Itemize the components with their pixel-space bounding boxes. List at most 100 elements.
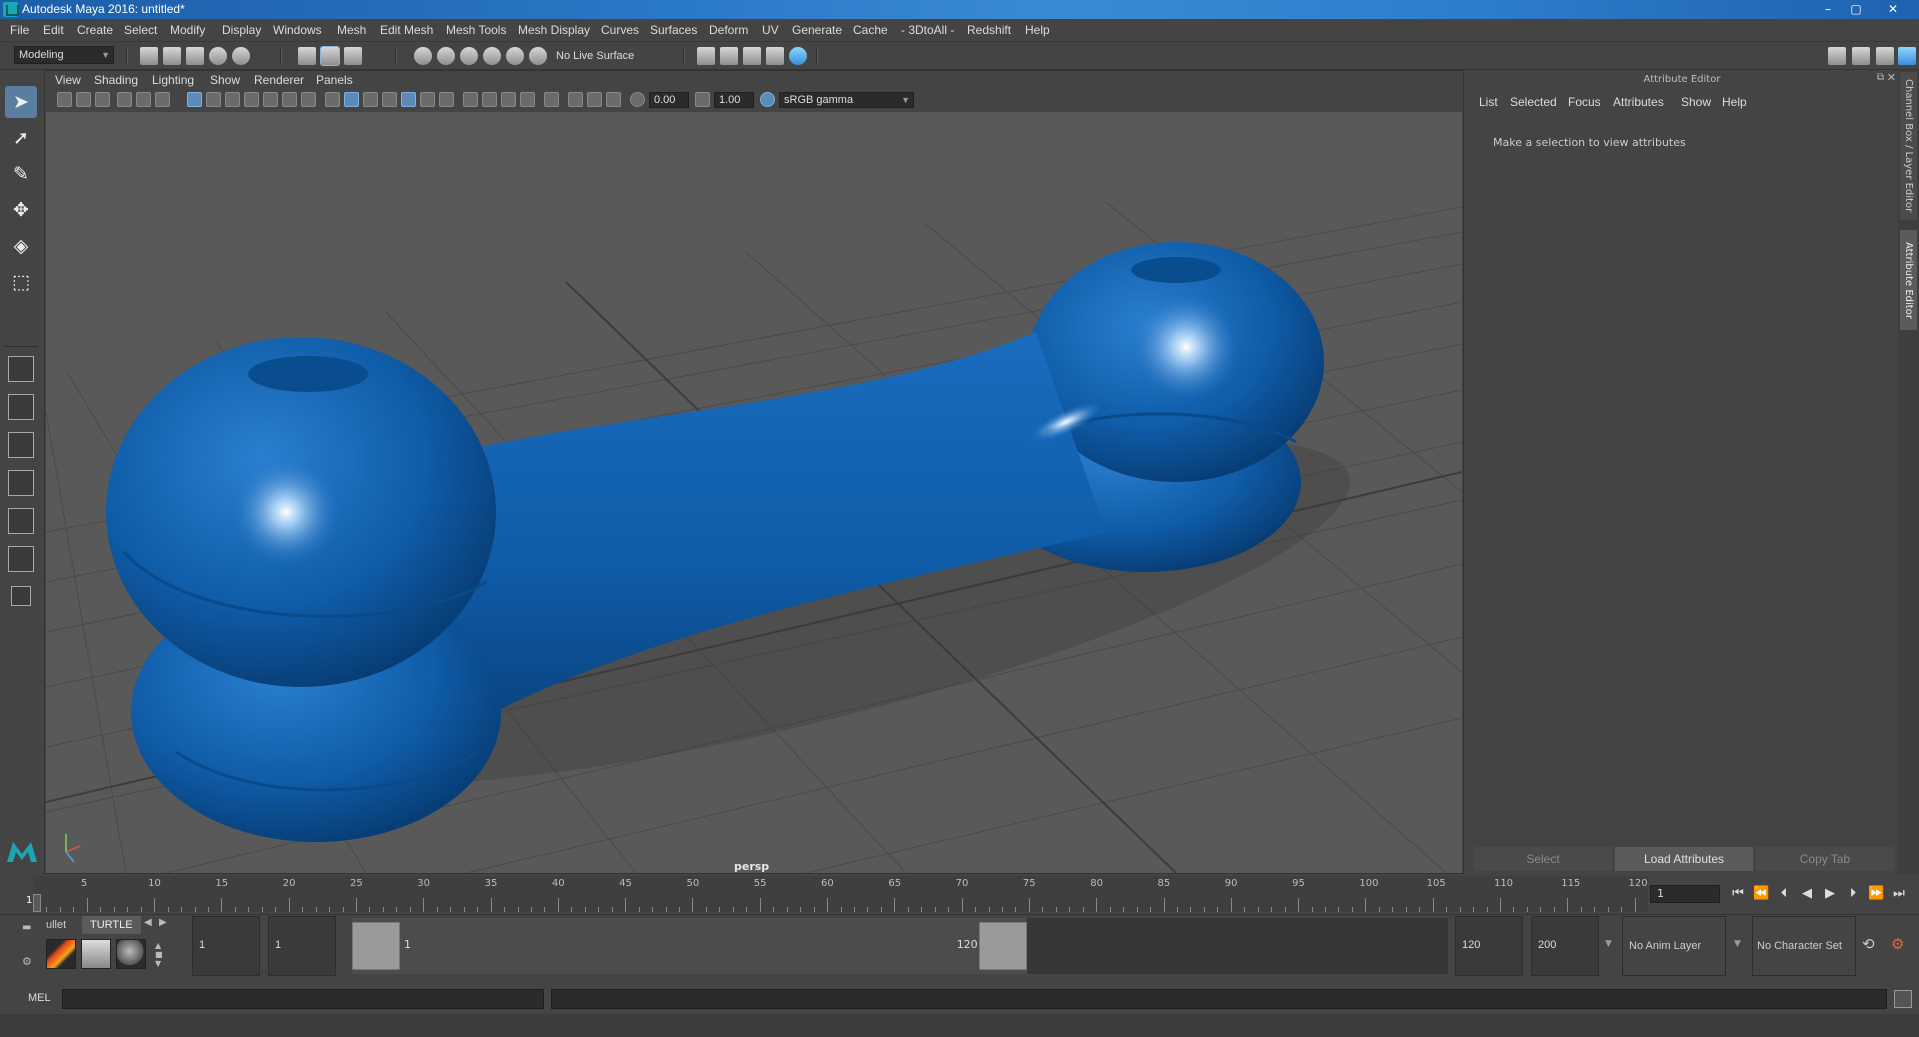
shelf-scroll-left-icon[interactable]: ◀ bbox=[144, 917, 152, 928]
panel-menu-show[interactable]: Show bbox=[210, 73, 240, 87]
panel-menu-lighting[interactable]: Lighting bbox=[152, 73, 194, 87]
anti-aliasing-icon[interactable] bbox=[501, 92, 516, 107]
safe-action-icon[interactable] bbox=[282, 92, 297, 107]
auto-key-icon[interactable]: ⟲ bbox=[1862, 935, 1875, 953]
play-backwards-icon[interactable]: ◀ bbox=[1799, 886, 1815, 902]
wireframe-icon[interactable] bbox=[325, 92, 340, 107]
current-frame-marker[interactable] bbox=[33, 894, 41, 912]
menu-create[interactable]: Create bbox=[77, 23, 113, 37]
gamma-icon[interactable] bbox=[695, 92, 710, 107]
attribute-editor-toggle-icon[interactable] bbox=[1852, 47, 1870, 65]
scale-tool-button[interactable]: ⬚ bbox=[5, 266, 37, 298]
bone-model[interactable] bbox=[106, 242, 1324, 842]
step-back-key-icon[interactable]: ⏪ bbox=[1753, 886, 1769, 902]
safe-title-icon[interactable] bbox=[301, 92, 316, 107]
close-panel-icon[interactable]: ✕ bbox=[1887, 71, 1896, 84]
motion-blur-icon[interactable] bbox=[482, 92, 497, 107]
hypershade-layout-button[interactable] bbox=[8, 508, 34, 534]
bookmark-icon[interactable] bbox=[95, 92, 110, 107]
backface-culling-icon[interactable] bbox=[606, 92, 621, 107]
film-gate-icon[interactable] bbox=[206, 92, 221, 107]
panel-menu-renderer[interactable]: Renderer bbox=[254, 73, 304, 87]
float-panel-icon[interactable]: ⧉ bbox=[1877, 72, 1884, 83]
panel-menu-panels[interactable]: Panels bbox=[316, 73, 353, 87]
menu-mesh[interactable]: Mesh bbox=[337, 23, 366, 37]
menu-uv[interactable]: UV bbox=[762, 23, 779, 37]
menu-help[interactable]: Help bbox=[1025, 23, 1050, 37]
custom-layout-button[interactable] bbox=[8, 546, 34, 572]
ae-menu-attributes[interactable]: Attributes bbox=[1613, 95, 1664, 109]
menu-modify[interactable]: Modify bbox=[170, 23, 205, 37]
isolate-select-icon[interactable] bbox=[544, 92, 559, 107]
menu-edit[interactable]: Edit bbox=[43, 23, 64, 37]
viewport-canvas[interactable]: persp bbox=[46, 112, 1462, 873]
snap-curve-icon[interactable] bbox=[437, 47, 455, 65]
step-forward-frame-icon[interactable]: ⏵ bbox=[1845, 886, 1861, 902]
select-component-icon[interactable] bbox=[344, 47, 362, 65]
current-frame-field[interactable]: 1 bbox=[1650, 885, 1720, 903]
go-to-start-icon[interactable]: ⏮ bbox=[1730, 886, 1746, 902]
default-material-icon[interactable] bbox=[363, 92, 378, 107]
use-all-lights-icon[interactable] bbox=[420, 92, 435, 107]
exposure-field[interactable]: 0.00 bbox=[649, 92, 689, 108]
snap-grid-icon[interactable] bbox=[414, 47, 432, 65]
menu-cache[interactable]: Cache bbox=[853, 23, 888, 37]
ae-menu-show[interactable]: Show bbox=[1681, 95, 1711, 109]
panel-menu-shading[interactable]: Shading bbox=[94, 73, 138, 87]
menu-curves[interactable]: Curves bbox=[601, 23, 639, 37]
textured-icon[interactable] bbox=[401, 92, 416, 107]
menu-deform[interactable]: Deform bbox=[709, 23, 748, 37]
camera-attributes-icon[interactable] bbox=[76, 92, 91, 107]
select-hierarchy-icon[interactable] bbox=[298, 47, 316, 65]
field-chart-icon[interactable] bbox=[263, 92, 278, 107]
single-perspective-layout-button[interactable] bbox=[8, 356, 34, 382]
shadows-icon[interactable] bbox=[439, 92, 454, 107]
undo-icon[interactable] bbox=[209, 47, 227, 65]
menu-select[interactable]: Select bbox=[124, 23, 157, 37]
step-back-frame-icon[interactable]: ⏴ bbox=[1776, 886, 1792, 902]
ae-menu-list[interactable]: List bbox=[1479, 95, 1498, 109]
step-forward-key-icon[interactable]: ⏩ bbox=[1868, 886, 1884, 902]
mel-language-toggle[interactable]: MEL bbox=[28, 992, 51, 1004]
menu-windows[interactable]: Windows bbox=[273, 23, 322, 37]
2d-pan-zoom-icon[interactable] bbox=[136, 92, 151, 107]
redo-icon[interactable] bbox=[232, 47, 250, 65]
xray-joints-icon[interactable] bbox=[587, 92, 602, 107]
shelf-menu-icon[interactable]: ▬ bbox=[22, 922, 31, 933]
render-settings-icon[interactable] bbox=[743, 47, 761, 65]
open-scene-icon[interactable] bbox=[163, 47, 181, 65]
tool-settings-toggle-icon[interactable] bbox=[1876, 47, 1894, 65]
start-time-field[interactable]: 1 bbox=[192, 916, 260, 976]
playback-start-field[interactable]: 1 bbox=[268, 916, 336, 976]
mode-dropdown[interactable]: Modeling ▼ bbox=[14, 46, 114, 64]
save-scene-icon[interactable] bbox=[186, 47, 204, 65]
range-start-handle[interactable] bbox=[352, 922, 400, 970]
animation-preferences-icon[interactable]: ⚙ bbox=[1891, 935, 1904, 953]
select-object-icon[interactable] bbox=[320, 46, 340, 66]
mel-command-input[interactable] bbox=[62, 989, 544, 1009]
render-view-icon[interactable] bbox=[789, 47, 807, 65]
snap-surface-icon[interactable] bbox=[506, 47, 524, 65]
persp-outliner-layout-button[interactable] bbox=[8, 432, 34, 458]
shelf-settings-icon[interactable]: ⚙ bbox=[22, 955, 32, 968]
snap-vertex-icon[interactable] bbox=[529, 47, 547, 65]
gamma-field[interactable]: 1.00 bbox=[714, 92, 754, 108]
menu-file[interactable]: File bbox=[10, 23, 29, 37]
select-camera-icon[interactable] bbox=[57, 92, 72, 107]
menu-display[interactable]: Display bbox=[222, 23, 261, 37]
range-end-handle[interactable] bbox=[978, 922, 1027, 970]
channel-box-toggle-icon[interactable] bbox=[1898, 47, 1916, 65]
load-attributes-button[interactable]: Load Attributes bbox=[1615, 847, 1753, 871]
go-to-end-icon[interactable]: ⏭ bbox=[1891, 886, 1907, 902]
menu-mesh-tools[interactable]: Mesh Tools bbox=[446, 23, 506, 37]
end-time-field[interactable]: 200 bbox=[1531, 916, 1599, 976]
turtle-render-icon[interactable] bbox=[46, 939, 76, 969]
shelf-scroll-icon[interactable]: ▲ ■ ▼ bbox=[155, 941, 163, 968]
turtle-sphere-icon[interactable] bbox=[116, 939, 146, 969]
persp-graph-layout-button[interactable] bbox=[8, 470, 34, 496]
shelf-tab-turtle[interactable]: TURTLE bbox=[82, 916, 141, 934]
copy-tab-button[interactable]: Copy Tab bbox=[1756, 847, 1894, 871]
resolution-gate-icon[interactable] bbox=[225, 92, 240, 107]
shelf-tab-bullet[interactable]: ullet bbox=[38, 916, 74, 934]
range-bar[interactable] bbox=[352, 918, 1027, 974]
